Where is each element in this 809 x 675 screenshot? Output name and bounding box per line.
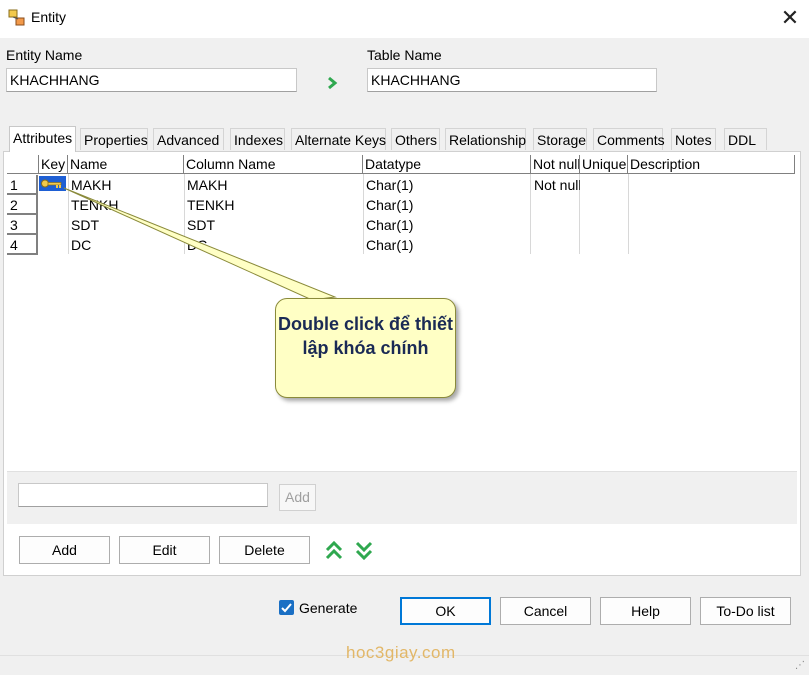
table-name-field[interactable]: KHACHHANG	[367, 68, 657, 92]
col-key-header[interactable]: Key	[39, 155, 68, 174]
add-small-button[interactable]: Add	[279, 484, 316, 511]
add-attribute-input[interactable]	[18, 483, 268, 507]
tab-advanced[interactable]: Advanced	[153, 128, 224, 150]
resize-grip-icon[interactable]: ⋰	[795, 660, 805, 671]
cell-datatype[interactable]: Char(1)	[363, 235, 531, 255]
window-title: Entity	[31, 9, 67, 25]
copy-name-arrow-icon[interactable]	[326, 75, 338, 91]
header-divider	[7, 173, 795, 174]
cell-column-name[interactable]: MAKH	[184, 175, 363, 195]
row-number[interactable]: 2	[7, 195, 38, 215]
close-icon[interactable]: ✕	[780, 7, 800, 29]
hint-callout: Double click để thiết lập khóa chính	[275, 298, 456, 398]
row-number[interactable]: 4	[7, 235, 38, 255]
cell-datatype[interactable]: Char(1)	[363, 175, 531, 195]
move-down-icon[interactable]	[355, 541, 373, 560]
cell-not-null[interactable]: Not null	[531, 175, 580, 195]
table-name-label: Table Name	[367, 47, 442, 63]
col-name-header[interactable]: Name	[68, 155, 184, 174]
help-button[interactable]: Help	[600, 597, 691, 625]
add-button[interactable]: Add	[19, 536, 110, 564]
delete-button[interactable]: Delete	[219, 536, 310, 564]
tab-ddl[interactable]: DDL	[724, 128, 767, 150]
grid-corner	[7, 155, 39, 174]
col-column-name-header[interactable]: Column Name	[184, 155, 363, 174]
tab-indexes[interactable]: Indexes	[230, 128, 285, 150]
cell-column-name[interactable]: TENKH	[184, 195, 363, 215]
todo-list-button[interactable]: To-Do list	[700, 597, 791, 625]
entity-name-field[interactable]: KHACHHANG	[6, 68, 297, 92]
generate-checkbox[interactable]	[279, 600, 294, 615]
ok-button[interactable]: OK	[400, 597, 491, 625]
cell-name[interactable]: TENKH	[68, 195, 185, 215]
col-description-header[interactable]: Description	[628, 155, 795, 174]
move-up-icon[interactable]	[325, 541, 343, 560]
tab-comments[interactable]: Comments	[593, 128, 665, 150]
cell-name[interactable]: SDT	[68, 215, 185, 235]
tab-attributes[interactable]: Attributes	[9, 126, 76, 152]
col-unique-header[interactable]: Unique	[580, 155, 628, 174]
cell-datatype[interactable]: Char(1)	[363, 215, 531, 235]
tab-properties[interactable]: Properties	[80, 128, 148, 150]
checkmark-icon	[281, 603, 292, 613]
grid-line	[628, 174, 629, 254]
cell-name[interactable]: DC	[68, 235, 185, 255]
primary-key-icon[interactable]	[39, 176, 66, 191]
cell-column-name[interactable]: DC	[184, 235, 363, 255]
tab-relationship[interactable]: Relationship	[445, 128, 526, 150]
cell-column-name[interactable]: SDT	[184, 215, 363, 235]
cell-name[interactable]: MAKH	[68, 175, 185, 195]
tab-notes[interactable]: Notes	[671, 128, 716, 150]
cancel-button[interactable]: Cancel	[500, 597, 591, 625]
generate-label[interactable]: Generate	[299, 600, 357, 616]
tab-others[interactable]: Others	[391, 128, 440, 150]
cell-datatype[interactable]: Char(1)	[363, 195, 531, 215]
watermark: hoc3giay.com	[346, 643, 456, 662]
col-datatype-header[interactable]: Datatype	[363, 155, 531, 174]
row-number[interactable]: 3	[7, 215, 38, 235]
col-not-null-header[interactable]: Not null	[531, 155, 580, 174]
title-bar: Entity ✕	[0, 0, 809, 38]
entity-name-label: Entity Name	[6, 47, 83, 63]
tab-storage[interactable]: Storage	[533, 128, 587, 150]
edit-button[interactable]: Edit	[119, 536, 210, 564]
entity-icon	[8, 9, 25, 26]
tab-alternate-keys[interactable]: Alternate Keys	[291, 128, 386, 150]
row-number[interactable]: 1	[7, 175, 38, 195]
